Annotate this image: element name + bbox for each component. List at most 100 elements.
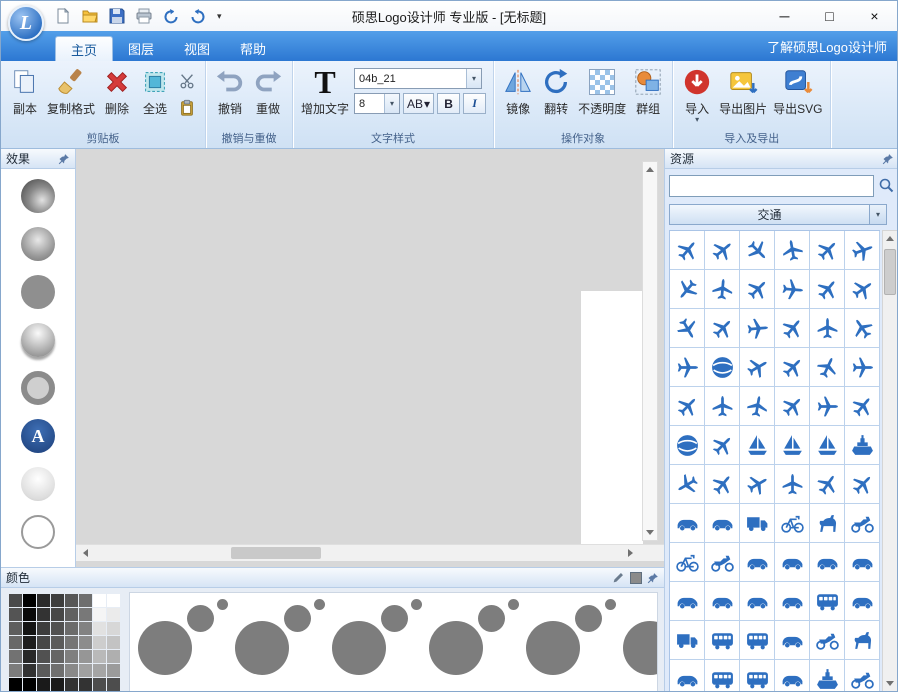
resource-item-plane[interactable] bbox=[845, 348, 880, 387]
palette-swatch[interactable] bbox=[107, 664, 120, 677]
resource-item-car[interactable] bbox=[740, 543, 775, 582]
learn-link[interactable]: 了解硕思Logo设计师 bbox=[767, 37, 887, 56]
palette-swatch[interactable] bbox=[79, 594, 92, 607]
resource-item-plane[interactable] bbox=[810, 309, 845, 348]
resource-item-plane[interactable] bbox=[705, 270, 740, 309]
effect-item-letter-a[interactable]: A bbox=[18, 419, 58, 453]
resource-item-car[interactable] bbox=[845, 543, 880, 582]
palette-swatch[interactable] bbox=[107, 594, 120, 607]
resource-item-plane[interactable] bbox=[810, 348, 845, 387]
resource-item-plane[interactable] bbox=[740, 348, 775, 387]
palette-swatch[interactable] bbox=[93, 636, 106, 649]
palette-swatch[interactable] bbox=[79, 636, 92, 649]
palette-swatch[interactable] bbox=[9, 608, 22, 621]
undo-quick-button[interactable] bbox=[161, 6, 181, 26]
scroll-down-button[interactable] bbox=[883, 676, 897, 691]
delete-button[interactable]: 删除 bbox=[98, 64, 136, 119]
palette-swatch[interactable] bbox=[9, 664, 22, 677]
palette-swatch[interactable] bbox=[51, 608, 64, 621]
palette-swatch[interactable] bbox=[79, 650, 92, 663]
resource-item-car[interactable] bbox=[705, 504, 740, 543]
resource-item-plane[interactable] bbox=[740, 387, 775, 426]
redo-quick-button[interactable] bbox=[188, 6, 208, 26]
qat-more-button[interactable]: ▾ bbox=[215, 11, 224, 22]
resource-item-plane[interactable] bbox=[775, 348, 810, 387]
resource-item-plane[interactable] bbox=[740, 270, 775, 309]
tab-help[interactable]: 帮助 bbox=[225, 36, 281, 61]
palette-swatch[interactable] bbox=[9, 678, 22, 691]
resource-item-bike[interactable] bbox=[775, 504, 810, 543]
scroll-down-button[interactable] bbox=[643, 525, 657, 540]
scroll-up-button[interactable] bbox=[883, 231, 897, 246]
group-objects-button[interactable]: 群组 bbox=[629, 64, 667, 119]
palette-swatch[interactable] bbox=[9, 594, 22, 607]
paste-button[interactable] bbox=[176, 97, 198, 119]
resource-item-plane[interactable] bbox=[810, 387, 845, 426]
resource-item-plane[interactable] bbox=[845, 387, 880, 426]
scroll-left-button[interactable] bbox=[78, 545, 93, 561]
resource-scrollbar[interactable] bbox=[882, 230, 898, 692]
palette-swatch[interactable] bbox=[51, 650, 64, 663]
duplicate-button[interactable]: 副本 bbox=[6, 64, 44, 119]
open-button[interactable] bbox=[80, 6, 100, 26]
palette-swatch[interactable] bbox=[79, 664, 92, 677]
font-combo-arrow-icon[interactable]: ▾ bbox=[466, 69, 481, 88]
pin-icon[interactable] bbox=[882, 153, 894, 165]
save-button[interactable] bbox=[107, 6, 127, 26]
palette-swatch[interactable] bbox=[37, 608, 50, 621]
add-text-button[interactable]: T 增加文字 bbox=[298, 64, 352, 119]
resource-item-car[interactable] bbox=[810, 543, 845, 582]
resource-item-car[interactable] bbox=[775, 621, 810, 660]
resource-item-truck[interactable] bbox=[740, 504, 775, 543]
resource-item-plane[interactable] bbox=[740, 465, 775, 504]
resource-item-plane[interactable] bbox=[705, 231, 740, 270]
resource-item-plane[interactable] bbox=[775, 309, 810, 348]
italic-button[interactable]: I bbox=[463, 93, 486, 114]
palette-swatch[interactable] bbox=[65, 650, 78, 663]
maximize-button[interactable]: □ bbox=[807, 1, 852, 31]
palette-swatch[interactable] bbox=[93, 678, 106, 691]
palette-swatch[interactable] bbox=[79, 678, 92, 691]
palette-swatch[interactable] bbox=[65, 622, 78, 635]
select-all-button[interactable]: 全选 bbox=[136, 64, 174, 119]
palette-swatch[interactable] bbox=[93, 608, 106, 621]
palette-swatch[interactable] bbox=[23, 664, 36, 677]
resource-item-bus[interactable] bbox=[705, 660, 740, 692]
resource-item-moto[interactable] bbox=[845, 504, 880, 543]
palette-swatch[interactable] bbox=[23, 594, 36, 607]
resource-item-plane[interactable] bbox=[810, 465, 845, 504]
resource-item-sail[interactable] bbox=[810, 426, 845, 465]
effect-item-ball-shadow[interactable] bbox=[18, 323, 58, 357]
resource-item-plane[interactable] bbox=[775, 270, 810, 309]
effect-item-sphere-gray[interactable] bbox=[18, 227, 58, 261]
palette-swatch[interactable] bbox=[79, 622, 92, 635]
resource-item-horse[interactable] bbox=[845, 621, 880, 660]
resource-item-car[interactable] bbox=[670, 660, 705, 692]
palette-swatch[interactable] bbox=[37, 594, 50, 607]
resource-item-plane[interactable] bbox=[670, 309, 705, 348]
palette-swatch[interactable] bbox=[65, 608, 78, 621]
resource-item-truck[interactable] bbox=[670, 621, 705, 660]
resource-item-globe[interactable] bbox=[670, 426, 705, 465]
palette-swatch[interactable] bbox=[51, 636, 64, 649]
resource-item-plane[interactable] bbox=[845, 231, 880, 270]
chevron-down-icon[interactable]: ▾ bbox=[869, 205, 886, 224]
effect-item-sphere-dark[interactable] bbox=[18, 179, 58, 213]
resource-item-bus[interactable] bbox=[740, 621, 775, 660]
copy-format-button[interactable]: 复制格式 bbox=[44, 64, 98, 119]
effect-item-ring[interactable] bbox=[18, 371, 58, 405]
palette-swatch[interactable] bbox=[51, 664, 64, 677]
resource-item-plane[interactable] bbox=[670, 387, 705, 426]
resource-item-bike[interactable] bbox=[670, 543, 705, 582]
palette-swatch[interactable] bbox=[9, 636, 22, 649]
tab-view[interactable]: 视图 bbox=[169, 36, 225, 61]
horizontal-scroll-thumb[interactable] bbox=[231, 547, 321, 559]
palette-swatch[interactable] bbox=[37, 678, 50, 691]
resource-item-plane[interactable] bbox=[705, 387, 740, 426]
scroll-right-button[interactable] bbox=[623, 545, 638, 561]
effect-item-flat-gray[interactable] bbox=[18, 275, 58, 309]
palette-swatch[interactable] bbox=[23, 636, 36, 649]
tab-layers[interactable]: 图层 bbox=[113, 36, 169, 61]
flip-button[interactable]: 翻转 bbox=[537, 64, 575, 119]
resource-item-plane[interactable] bbox=[670, 465, 705, 504]
